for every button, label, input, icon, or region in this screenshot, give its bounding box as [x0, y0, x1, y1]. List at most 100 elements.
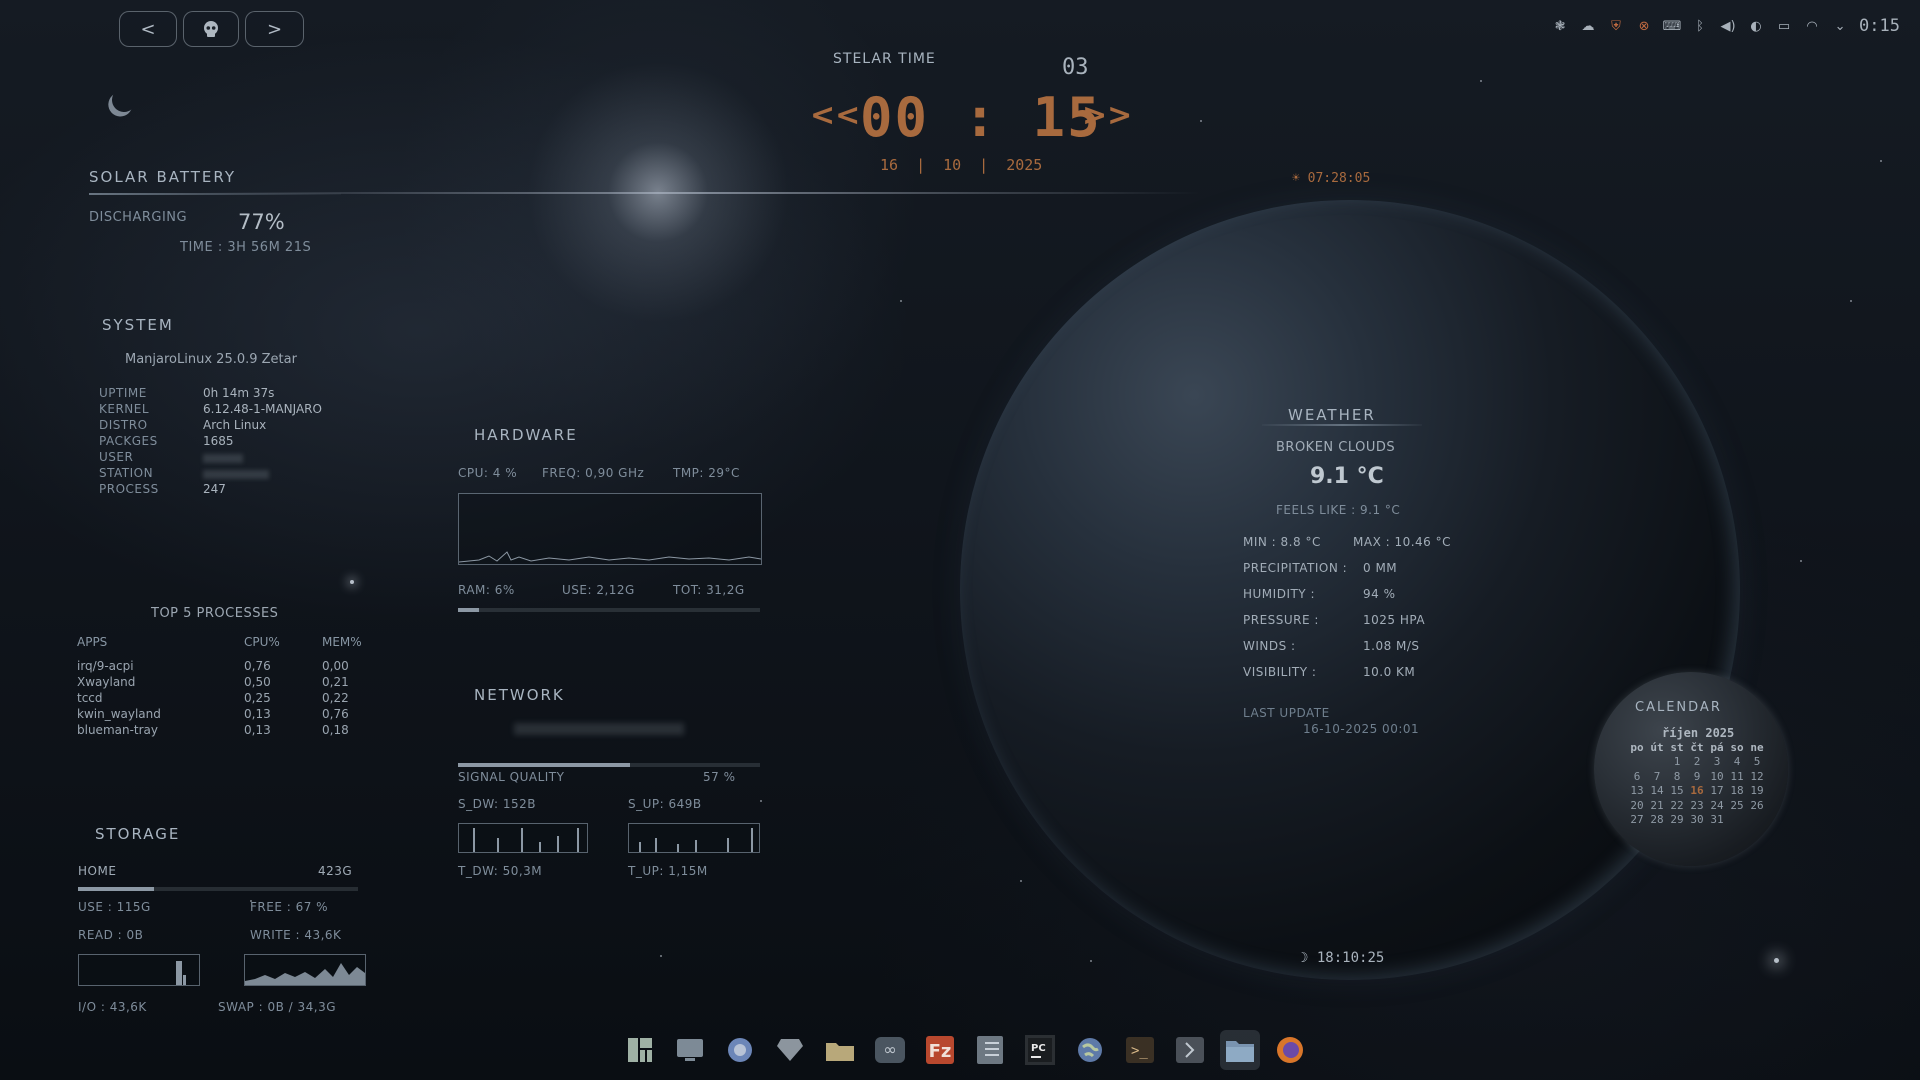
browser-icon[interactable]	[720, 1030, 760, 1070]
storage-bar	[78, 887, 358, 891]
calendar-day: 28	[1650, 813, 1664, 826]
desktop-icon[interactable]	[670, 1030, 710, 1070]
forward-label: >	[266, 18, 283, 40]
network-tray-icon[interactable]: ❃	[1551, 18, 1569, 34]
row-label: PROCESS	[99, 482, 159, 496]
updates-icon[interactable]: ◐	[1747, 18, 1765, 34]
svg-text:Fz: Fz	[929, 1041, 952, 1062]
row-label: PACKGES	[99, 434, 158, 448]
calendar-day: 22	[1670, 798, 1684, 812]
battery-percent: 77%	[238, 210, 285, 234]
hw-tmp: TMP: 29°C	[673, 466, 740, 480]
weather-max: MAX : 10.46 °C	[1353, 535, 1452, 549]
vpn-icon[interactable]: ⊗	[1635, 18, 1653, 34]
firefox-icon[interactable]	[1270, 1030, 1310, 1070]
weather-row: HUMIDITY : 94 %	[1243, 587, 1425, 613]
cell-app: Xwayland	[77, 675, 136, 689]
net-t-dw: T_DW: 50,3M	[458, 864, 543, 878]
processes-title: TOP 5 PROCESSES	[151, 606, 279, 621]
cell-cpu: 0,76	[244, 659, 271, 673]
calendar-grid: po út st čt pá so ne 1 2 3 4 5 6 7 8 9 10 11 12 13 14 15 16 17…	[1627, 740, 1767, 828]
chevron-down-icon[interactable]: ⌄	[1831, 18, 1849, 34]
hw-cpu: CPU: 4 %	[458, 466, 518, 480]
cpu-graph	[458, 493, 762, 565]
net-t-up: T_UP: 1,15M	[628, 864, 708, 878]
pycharm-icon[interactable]: PC	[1020, 1030, 1060, 1070]
calendar-day	[1627, 755, 1647, 770]
system-tray: ❃ ☁ ⛨ ⊗ ⌨ ᛒ ◀) ◐ ▭ ◠ ⌄ 0:15	[1551, 16, 1900, 36]
calendar-day: 5	[1753, 755, 1761, 768]
infinity-icon[interactable]: ∞	[870, 1030, 910, 1070]
calendar-day	[1647, 755, 1667, 770]
storage-free: FREE : 67 %	[250, 900, 329, 914]
tray-clock[interactable]: 0:15	[1859, 16, 1900, 36]
terminal-icon[interactable]: >_	[1120, 1030, 1160, 1070]
weather-row: PRESSURE : 1025 HPA	[1243, 613, 1425, 639]
battery-time: TIME : 3H 56M 21S	[180, 240, 312, 255]
calendar-week: 27 28 29 30 31	[1627, 813, 1767, 828]
crescent-moon-icon	[109, 85, 140, 116]
calendar-day: 11	[1730, 769, 1744, 783]
row-value: 1025 HPA	[1363, 613, 1426, 627]
system-row: USER	[99, 450, 322, 466]
globe-icon[interactable]	[1070, 1030, 1110, 1070]
row-value: 10.0 KM	[1363, 665, 1416, 679]
calendar-day: 31	[1710, 813, 1724, 826]
storage-read: READ : 0B	[78, 928, 144, 942]
calendar-day: 1	[1673, 755, 1681, 768]
battery-title: SOLAR BATTERY	[89, 168, 237, 186]
calendar-day: 10	[1710, 769, 1724, 783]
calendar-week: 6 7 8 9 10 11 12	[1627, 770, 1767, 785]
calendar-day: 3	[1713, 755, 1721, 768]
calendar-day: 25	[1730, 798, 1744, 812]
skull-button[interactable]	[183, 11, 239, 47]
cell-mem: 0,21	[322, 675, 349, 689]
filezilla-icon[interactable]: Fz	[920, 1030, 960, 1070]
row-label: USER	[99, 450, 134, 464]
hw-ram: RAM: 6%	[458, 583, 515, 597]
weather-min: MIN : 8.8 °C	[1243, 535, 1321, 549]
forward-button[interactable]: >	[245, 11, 304, 47]
stellar-date: 16 | 10 | 2025	[880, 156, 1042, 174]
row-value: Arch Linux	[203, 418, 267, 432]
keyboard-icon[interactable]: ⌨	[1663, 18, 1682, 34]
shield-icon[interactable]: ⛨	[1607, 18, 1625, 34]
system-title: SYSTEM	[102, 316, 174, 334]
calendar-week: 12345	[1627, 755, 1767, 770]
calendar-day: 16	[1690, 784, 1704, 797]
system-os: ManjaroLinux 25.0.9 Zetar	[125, 352, 297, 367]
storage-write: WRITE : 43,6K	[250, 928, 342, 942]
calendar-day: 4	[1733, 755, 1741, 768]
wifi-icon[interactable]: ◠	[1803, 18, 1821, 34]
notes-icon[interactable]	[970, 1030, 1010, 1070]
calendar-weekday: út	[1650, 741, 1664, 754]
gem-icon[interactable]	[770, 1030, 810, 1070]
sunrise: ☀ 07:28:05	[1292, 171, 1370, 186]
hw-freq: FREQ: 0,90 GHz	[542, 466, 645, 480]
volume-icon[interactable]: ◀)	[1719, 18, 1737, 34]
run-icon[interactable]	[1170, 1030, 1210, 1070]
signal-value: 57 %	[703, 770, 736, 784]
manjaro-icon[interactable]	[620, 1030, 660, 1070]
row-label: VISIBILITY :	[1243, 665, 1317, 679]
row-label: PRESSURE :	[1243, 613, 1319, 627]
files-icon[interactable]	[1220, 1030, 1260, 1070]
calendar-day: 24	[1710, 798, 1724, 812]
cell-app: tccd	[77, 691, 103, 705]
calendar-day: 6	[1633, 769, 1641, 783]
calendar-weekdays: po út st čt pá so ne	[1627, 740, 1767, 755]
net-s-dw: S_DW: 152B	[458, 797, 537, 811]
calendar-title: CALENDAR	[1635, 700, 1722, 715]
read-graph-svg	[176, 961, 186, 985]
storage-use: USE : 115G	[78, 900, 151, 914]
row-value: 1.08 M/S	[1363, 639, 1420, 653]
back-button[interactable]: <	[119, 11, 177, 47]
bluetooth-icon[interactable]: ᛒ	[1691, 18, 1709, 34]
row-label: HUMIDITY :	[1243, 587, 1315, 601]
storage-io: I/O : 43,6K	[78, 1000, 147, 1014]
cell-mem: 0,76	[322, 707, 349, 721]
folder-icon[interactable]	[820, 1030, 860, 1070]
cloud-icon[interactable]: ☁	[1579, 18, 1597, 34]
net-s-up: S_UP: 649B	[628, 797, 702, 811]
battery-icon[interactable]: ▭	[1775, 18, 1793, 34]
